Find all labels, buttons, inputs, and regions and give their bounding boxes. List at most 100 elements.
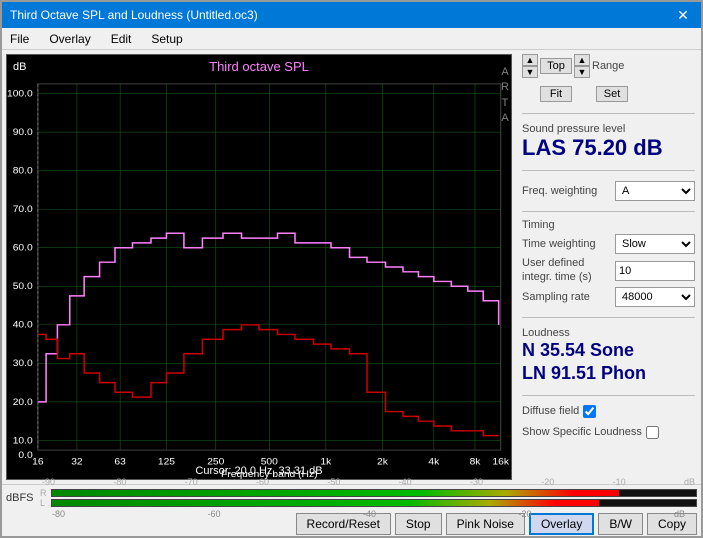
set-button[interactable]: Set (596, 86, 628, 102)
fit-button[interactable]: Fit (540, 86, 572, 102)
loudness-section: Loudness N 35.54 Sone LN 91.51 Phon (522, 325, 695, 388)
svg-text:2k: 2k (377, 457, 388, 468)
dbfs-label: dBFS (6, 492, 36, 504)
right-panel: ▲ ▼ Top ▲ ▼ Range Fit Set Sound pressure (516, 50, 701, 484)
tick-neg50: -50 (327, 477, 340, 487)
r-meter-bar (51, 489, 697, 497)
top-down-arrow[interactable]: ▼ (522, 66, 538, 78)
chart-svg: 100.0 90.0 80.0 70.0 60.0 50.0 40.0 30.0… (7, 55, 511, 479)
menu-overlay[interactable]: Overlay (45, 31, 94, 47)
tick-neg60: -60 (256, 477, 269, 487)
svg-text:70.0: 70.0 (13, 204, 33, 215)
divider-3 (522, 211, 695, 212)
spl-section-label: Sound pressure level (522, 123, 695, 135)
loudness-n-value: N 35.54 Sone (522, 339, 695, 362)
range-up-arrow[interactable]: ▲ (574, 54, 590, 66)
svg-text:125: 125 (158, 457, 176, 468)
tick-neg80: -80 (113, 477, 126, 487)
tick-neg10: -10 (613, 477, 626, 487)
show-specific-label: Show Specific Loudness (522, 426, 642, 438)
svg-text:40.0: 40.0 (13, 320, 33, 331)
tick-neg30: -30 (470, 477, 483, 487)
fit-set-controls: Fit Set (522, 86, 695, 102)
menu-bar: File Overlay Edit Setup (2, 28, 701, 50)
scale-neg60: -60 (207, 509, 220, 519)
sampling-rate-row: Sampling rate 48000 44100 96000 (522, 287, 695, 307)
diffuse-field-checkbox[interactable] (583, 405, 596, 418)
chart-area: dB Third octave SPL ARTA (6, 54, 512, 480)
top-arrow-group: ▲ ▼ (522, 54, 538, 78)
r-channel-label: R (40, 488, 48, 498)
svg-text:8k: 8k (470, 457, 481, 468)
sampling-rate-label: Sampling rate (522, 291, 590, 303)
tick-neg70: -70 (185, 477, 198, 487)
chart-title: Third octave SPL (209, 59, 309, 74)
svg-text:10.0: 10.0 (13, 436, 33, 447)
top-up-arrow[interactable]: ▲ (522, 54, 538, 66)
diffuse-field-label: Diffuse field (522, 405, 579, 417)
svg-text:50.0: 50.0 (13, 281, 33, 292)
title-bar: Third Octave SPL and Loudness (Untitled.… (2, 2, 701, 28)
svg-text:4k: 4k (428, 457, 439, 468)
divider-1 (522, 113, 695, 114)
top-controls: ▲ ▼ Top ▲ ▼ Range (522, 54, 695, 78)
divider-4 (522, 317, 695, 318)
menu-setup[interactable]: Setup (147, 31, 186, 47)
l-meter-bar (51, 499, 697, 507)
diffuse-field-row: Diffuse field (522, 405, 695, 418)
svg-text:63: 63 (114, 457, 126, 468)
user-integr-row: User defined integr. time (s) (522, 257, 695, 283)
freq-weighting-label: Freq. weighting (522, 185, 597, 197)
time-weighting-label: Time weighting (522, 238, 596, 250)
svg-text:20.0: 20.0 (13, 397, 33, 408)
bottom-bar: dBFS -90 -80 -70 -60 -50 -40 -30 -20 -10… (2, 484, 701, 536)
main-window: Third Octave SPL and Loudness (Untitled.… (0, 0, 703, 538)
menu-edit[interactable]: Edit (107, 31, 136, 47)
sampling-rate-select[interactable]: 48000 44100 96000 (615, 287, 695, 307)
show-specific-row: Show Specific Loudness (522, 426, 695, 439)
timing-label: Timing (522, 219, 695, 231)
svg-text:60.0: 60.0 (13, 243, 33, 254)
top-button[interactable]: Top (540, 58, 572, 74)
spl-section: Sound pressure level LAS 75.20 dB (522, 121, 695, 163)
spl-value: LAS 75.20 dB (522, 135, 695, 161)
svg-text:32: 32 (71, 457, 83, 468)
freq-weighting-row: Freq. weighting A B C Z (522, 181, 695, 201)
freq-weighting-select[interactable]: A B C Z (615, 181, 695, 201)
user-integr-label: User defined integr. time (s) (522, 257, 612, 283)
svg-text:0.0: 0.0 (18, 450, 33, 461)
loudness-ln-value: LN 91.51 Phon (522, 362, 695, 385)
range-label: Range (592, 60, 628, 72)
arta-label: ARTA (501, 65, 509, 127)
scale-neg80: -80 (52, 509, 65, 519)
db-axis-label: dB (13, 61, 26, 73)
svg-text:16: 16 (32, 457, 44, 468)
close-button[interactable]: ✕ (673, 7, 693, 24)
svg-text:80.0: 80.0 (13, 166, 33, 177)
divider-2 (522, 170, 695, 171)
tick-db: dB (684, 477, 695, 487)
tick-neg40: -40 (399, 477, 412, 487)
range-down-arrow[interactable]: ▼ (574, 66, 590, 78)
loudness-label: Loudness (522, 327, 695, 339)
divider-5 (522, 395, 695, 396)
l-channel-label: L (40, 498, 48, 508)
scale-db2: dB (674, 509, 685, 519)
menu-file[interactable]: File (6, 31, 33, 47)
scale-neg40: -40 (363, 509, 376, 519)
user-integr-input[interactable] (615, 261, 695, 281)
window-title: Third Octave SPL and Loudness (Untitled.… (10, 8, 258, 22)
svg-text:90.0: 90.0 (13, 127, 33, 138)
cursor-info: Cursor: 20.0 Hz, 33.31 dB (195, 465, 322, 477)
svg-text:30.0: 30.0 (13, 359, 33, 370)
level-meter-row: dBFS -90 -80 -70 -60 -50 -40 -30 -20 -10… (2, 485, 701, 511)
timing-group: Timing Time weighting Slow Fast Impulse … (522, 219, 695, 309)
svg-text:100.0: 100.0 (7, 89, 33, 100)
scale-neg20: -20 (518, 509, 531, 519)
tick-neg90: -90 (42, 477, 55, 487)
time-weighting-select[interactable]: Slow Fast Impulse (615, 234, 695, 254)
range-arrow-group: ▲ ▼ (574, 54, 590, 78)
main-content: dB Third octave SPL ARTA (2, 50, 701, 484)
show-specific-checkbox[interactable] (646, 426, 659, 439)
tick-neg20: -20 (541, 477, 554, 487)
